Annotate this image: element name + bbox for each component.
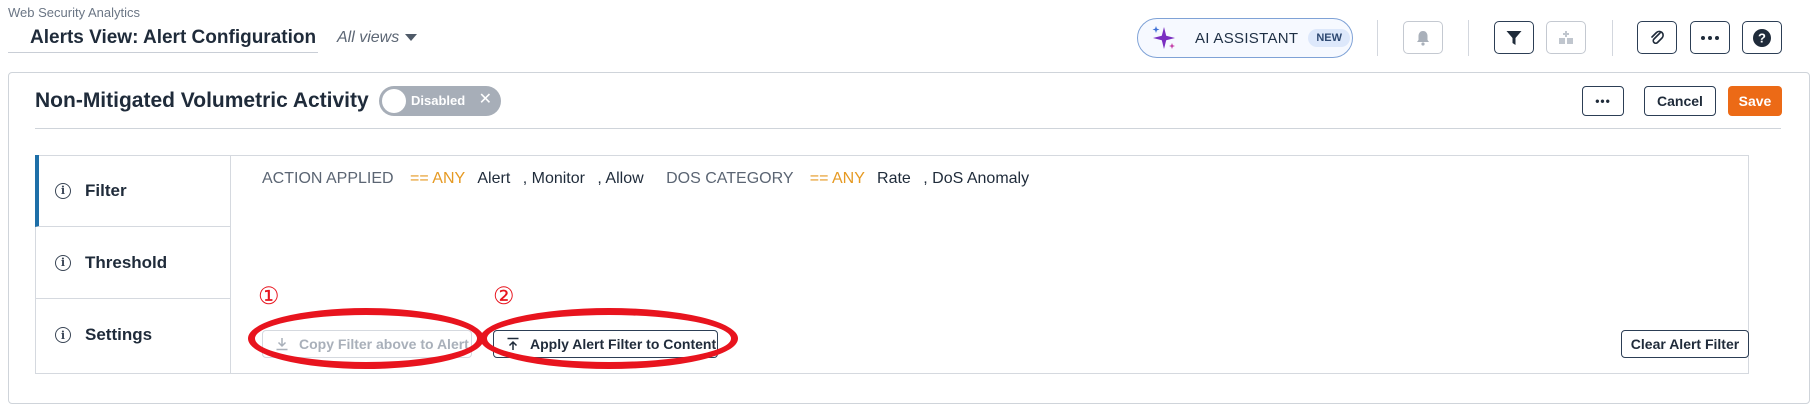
copy-filter-button[interactable]: Copy Filter above to Alert xyxy=(262,330,472,358)
info-icon: i xyxy=(55,254,71,271)
more-options-button[interactable] xyxy=(1690,21,1730,54)
filter-button[interactable] xyxy=(1494,21,1534,54)
nav-item-label: Settings xyxy=(85,325,153,344)
alert-name: Non-Mitigated Volumetric Activity xyxy=(35,89,369,112)
filter-operator[interactable]: == ANY xyxy=(410,170,465,187)
svg-text:?: ? xyxy=(1758,30,1766,45)
dashboard-add-icon xyxy=(1559,30,1573,44)
divider xyxy=(1468,20,1469,56)
filter-value[interactable]: Rate xyxy=(877,170,911,187)
filter-expression: ACTION APPLIED == ANY Alert , Monitor , … xyxy=(262,170,1029,188)
nav-item-label: Filter xyxy=(85,180,127,200)
page-title: Alerts View: Alert Configuration xyxy=(30,27,317,48)
nav-item-threshold[interactable]: i Threshold xyxy=(35,227,230,299)
more-icon: ••• xyxy=(1595,94,1611,108)
views-dropdown[interactable]: All views xyxy=(337,29,418,47)
divider xyxy=(1612,20,1613,56)
ai-assistant-label: AI ASSISTANT xyxy=(1195,29,1299,47)
help-button[interactable]: ? xyxy=(1742,21,1782,54)
nav-item-label: Threshold xyxy=(85,252,168,272)
title-underline xyxy=(8,52,318,53)
ai-assistant-button[interactable]: AI ASSISTANT NEW xyxy=(1137,18,1353,58)
help-icon: ? xyxy=(1753,28,1771,47)
copy-filter-label: Copy Filter above to Alert xyxy=(299,336,469,352)
upload-icon xyxy=(506,337,520,351)
filter-value[interactable]: , DoS Anomaly xyxy=(923,170,1029,187)
save-button[interactable]: Save xyxy=(1728,86,1782,116)
attachment-button[interactable] xyxy=(1637,21,1677,54)
info-icon: i xyxy=(55,182,71,199)
apply-filter-button[interactable]: Apply Alert Filter to Content xyxy=(493,330,718,358)
info-icon: i xyxy=(55,327,71,343)
add-to-dashboard-button[interactable] xyxy=(1546,21,1586,54)
alert-more-button[interactable]: ••• xyxy=(1582,86,1624,116)
annotation-mark-2: ② xyxy=(493,283,515,310)
filter-value[interactable]: , Monitor xyxy=(523,170,585,187)
filter-value[interactable]: , Allow xyxy=(597,170,643,187)
filter-operator[interactable]: == ANY xyxy=(810,170,865,187)
notifications-button[interactable] xyxy=(1403,21,1443,54)
toggle-knob xyxy=(382,89,406,113)
sparkle-icon xyxy=(1152,26,1175,49)
divider xyxy=(1377,20,1378,56)
new-badge: NEW xyxy=(1308,29,1351,47)
apply-filter-label: Apply Alert Filter to Content xyxy=(530,336,717,352)
alert-status-toggle[interactable]: Disabled ✕ xyxy=(379,86,501,116)
annotation-mark-1: ① xyxy=(258,283,280,310)
cancel-button[interactable]: Cancel xyxy=(1644,86,1716,116)
attachment-icon xyxy=(1651,30,1664,44)
views-label: All views xyxy=(337,29,400,46)
filter-value[interactable]: Alert xyxy=(477,170,510,187)
more-icon xyxy=(1701,35,1719,40)
filter-field[interactable]: ACTION APPLIED xyxy=(262,170,394,187)
nav-item-settings[interactable]: i Settings xyxy=(35,299,230,371)
filter-field[interactable]: DOS CATEGORY xyxy=(666,170,793,187)
config-side-nav: i Filter i Threshold i Settings xyxy=(35,155,231,374)
nav-item-filter[interactable]: i Filter xyxy=(35,155,230,227)
app-name: Web Security Analytics xyxy=(8,5,140,20)
header-divider xyxy=(35,128,1781,129)
bell-icon xyxy=(1417,30,1429,46)
download-icon xyxy=(275,337,289,351)
caret-down-icon xyxy=(405,34,418,42)
clear-filter-button[interactable]: Clear Alert Filter xyxy=(1621,330,1749,358)
close-icon: ✕ xyxy=(478,91,492,108)
toggle-label: Disabled xyxy=(411,93,466,108)
filter-icon xyxy=(1506,30,1522,45)
